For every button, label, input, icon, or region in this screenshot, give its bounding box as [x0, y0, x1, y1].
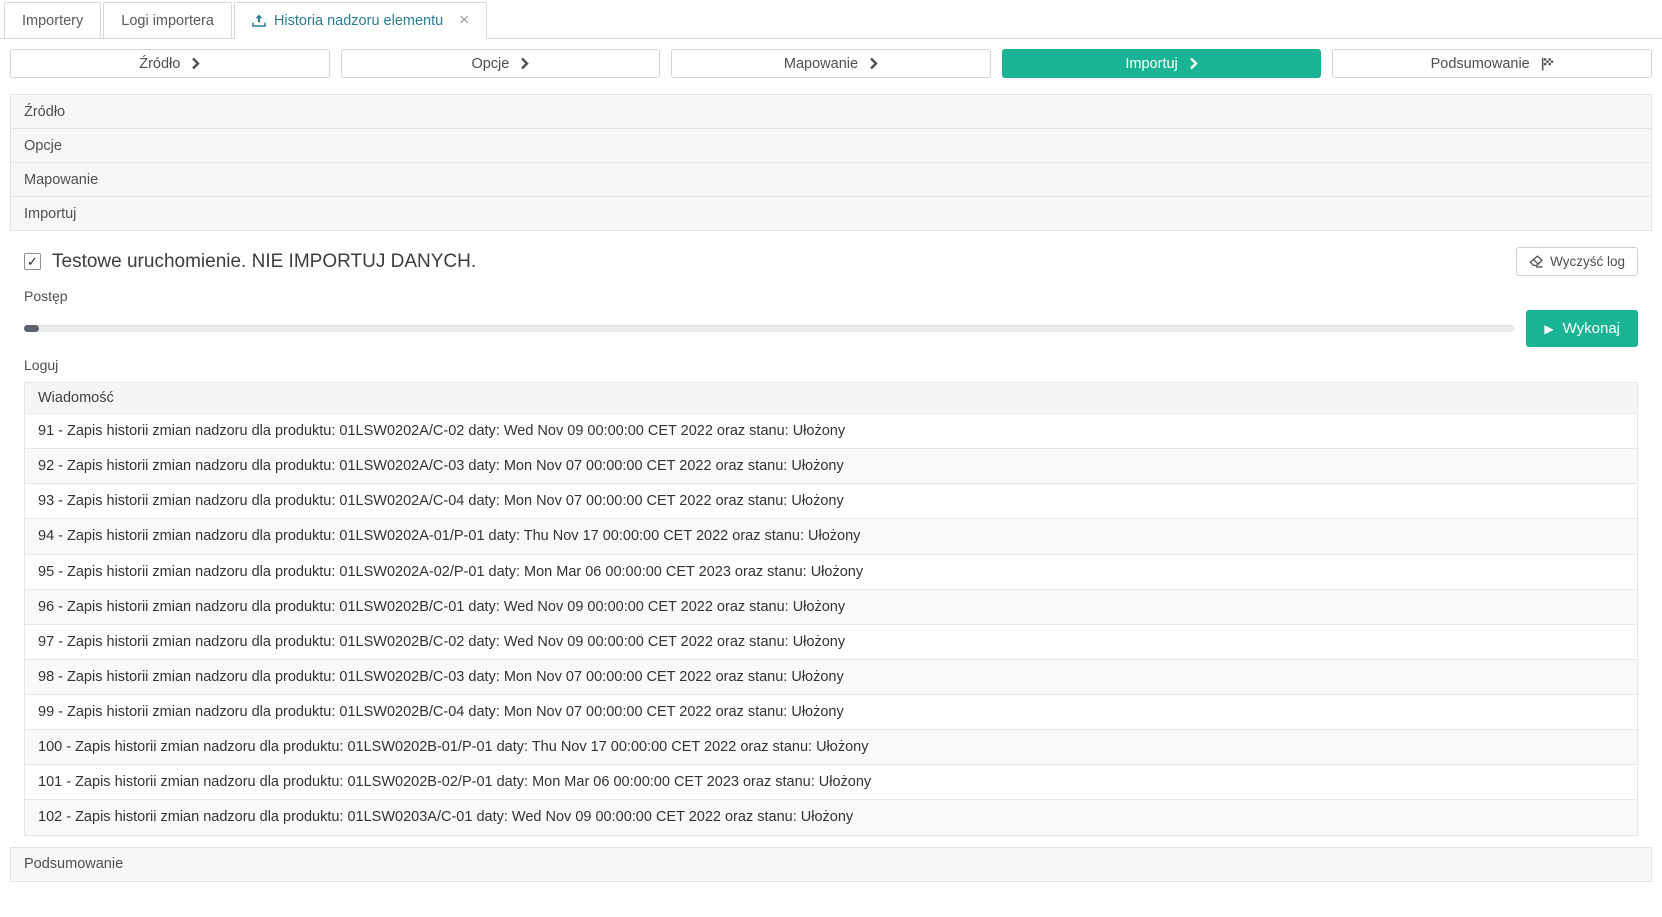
accordion-label: Źródło — [24, 104, 65, 120]
progress-area: Postęp ▶ Wykonaj — [24, 288, 1638, 347]
accordion-label: Opcje — [24, 138, 62, 154]
table-row: 97 - Zapis historii zmian nadzoru dla pr… — [25, 624, 1638, 659]
log-message: 98 - Zapis historii zmian nadzoru dla pr… — [25, 659, 1638, 694]
chevron-right-icon — [869, 57, 878, 70]
log-message: 93 - Zapis historii zmian nadzoru dla pr… — [25, 484, 1638, 519]
clear-log-button[interactable]: Wyczyść log — [1516, 247, 1638, 276]
table-row: 101 - Zapis historii zmian nadzoru dla p… — [25, 765, 1638, 800]
play-icon: ▶ — [1544, 323, 1553, 335]
import-accordion: Źródło Opcje Mapowanie Importuj ✓ Testow… — [10, 94, 1652, 882]
table-row: 100 - Zapis historii zmian nadzoru dla p… — [25, 730, 1638, 765]
step-label: Podsumowanie — [1431, 56, 1530, 72]
log-message: 101 - Zapis historii zmian nadzoru dla p… — [25, 765, 1638, 800]
tab-bar: Importery Logi importera Historia nadzor… — [0, 0, 1662, 39]
log-message: 100 - Zapis historii zmian nadzoru dla p… — [25, 730, 1638, 765]
log-message: 94 - Zapis historii zmian nadzoru dla pr… — [25, 519, 1638, 554]
log-message: 91 - Zapis historii zmian nadzoru dla pr… — [25, 414, 1638, 449]
test-run-label: Testowe uruchomienie. NIE IMPORTUJ DANYC… — [52, 251, 476, 273]
accordion-label: Podsumowanie — [24, 856, 123, 872]
step-label: Opcje — [471, 56, 509, 72]
tab-label: Logi importera — [121, 13, 214, 29]
log-message: 99 - Zapis historii zmian nadzoru dla pr… — [25, 695, 1638, 730]
table-row: 92 - Zapis historii zmian nadzoru dla pr… — [25, 449, 1638, 484]
progress-bar — [24, 325, 1514, 332]
close-icon[interactable]: × — [459, 11, 469, 28]
table-row: 95 - Zapis historii zmian nadzoru dla pr… — [25, 554, 1638, 589]
table-row: 93 - Zapis historii zmian nadzoru dla pr… — [25, 484, 1638, 519]
importuj-panel: ✓ Testowe uruchomienie. NIE IMPORTUJ DAN… — [10, 231, 1652, 848]
accordion-header-opcje[interactable]: Opcje — [10, 128, 1652, 163]
table-row: 94 - Zapis historii zmian nadzoru dla pr… — [25, 519, 1638, 554]
progress-label: Postęp — [24, 288, 1514, 304]
log-table-header: Wiadomość — [25, 383, 1638, 414]
accordion-header-importuj[interactable]: Importuj — [10, 196, 1652, 231]
accordion-header-mapowanie[interactable]: Mapowanie — [10, 162, 1652, 197]
chevron-right-icon — [520, 57, 529, 70]
tab-label: Historia nadzoru elementu — [274, 13, 443, 29]
chevron-right-icon — [191, 57, 200, 70]
log-message: 96 - Zapis historii zmian nadzoru dla pr… — [25, 589, 1638, 624]
step-label: Źródło — [139, 56, 180, 72]
accordion-header-podsumowanie[interactable]: Podsumowanie — [10, 847, 1652, 882]
log-message: 92 - Zapis historii zmian nadzoru dla pr… — [25, 449, 1638, 484]
clear-log-label: Wyczyść log — [1550, 254, 1625, 269]
tab-importery[interactable]: Importery — [4, 2, 101, 39]
step-opcje[interactable]: Opcje — [341, 49, 661, 78]
test-run-row: ✓ Testowe uruchomienie. NIE IMPORTUJ DAN… — [24, 247, 1638, 276]
step-label: Importuj — [1125, 56, 1177, 72]
chevron-right-icon — [1189, 57, 1198, 70]
tab-logi-importera[interactable]: Logi importera — [103, 2, 232, 39]
accordion-header-zrodlo[interactable]: Źródło — [10, 94, 1652, 129]
log-message: 95 - Zapis historii zmian nadzoru dla pr… — [25, 554, 1638, 589]
tab-label: Importery — [22, 13, 83, 29]
eraser-icon — [1529, 255, 1543, 268]
table-row: 102 - Zapis historii zmian nadzoru dla p… — [25, 800, 1638, 835]
checkmark-icon: ✓ — [27, 254, 38, 270]
checkered-flag-icon — [1541, 57, 1554, 71]
step-zrodlo[interactable]: Źródło — [10, 49, 330, 78]
wizard-stepper: Źródło Opcje Mapowanie Importuj Podsumow… — [10, 49, 1652, 78]
step-importuj[interactable]: Importuj — [1002, 49, 1322, 78]
log-table: Wiadomość 91 - Zapis historii zmian nadz… — [24, 382, 1638, 836]
progress-fill — [24, 325, 39, 332]
table-row: 98 - Zapis historii zmian nadzoru dla pr… — [25, 659, 1638, 694]
execute-label: Wykonaj — [1563, 320, 1620, 337]
log-table-header-row: Wiadomość — [25, 383, 1638, 414]
table-row: 91 - Zapis historii zmian nadzoru dla pr… — [25, 414, 1638, 449]
tab-historia-nadzoru-elementu[interactable]: Historia nadzoru elementu × — [234, 2, 487, 39]
execute-button[interactable]: ▶ Wykonaj — [1526, 310, 1638, 347]
step-mapowanie[interactable]: Mapowanie — [671, 49, 991, 78]
table-row: 99 - Zapis historii zmian nadzoru dla pr… — [25, 695, 1638, 730]
step-podsumowanie[interactable]: Podsumowanie — [1332, 49, 1652, 78]
step-label: Mapowanie — [784, 56, 858, 72]
log-message: 102 - Zapis historii zmian nadzoru dla p… — [25, 800, 1638, 835]
log-label: Loguj — [24, 357, 1638, 373]
accordion-label: Importuj — [24, 206, 76, 222]
log-message: 97 - Zapis historii zmian nadzoru dla pr… — [25, 624, 1638, 659]
test-run-checkbox[interactable]: ✓ — [24, 253, 41, 270]
table-row: 96 - Zapis historii zmian nadzoru dla pr… — [25, 589, 1638, 624]
accordion-label: Mapowanie — [24, 172, 98, 188]
upload-icon — [252, 14, 266, 27]
